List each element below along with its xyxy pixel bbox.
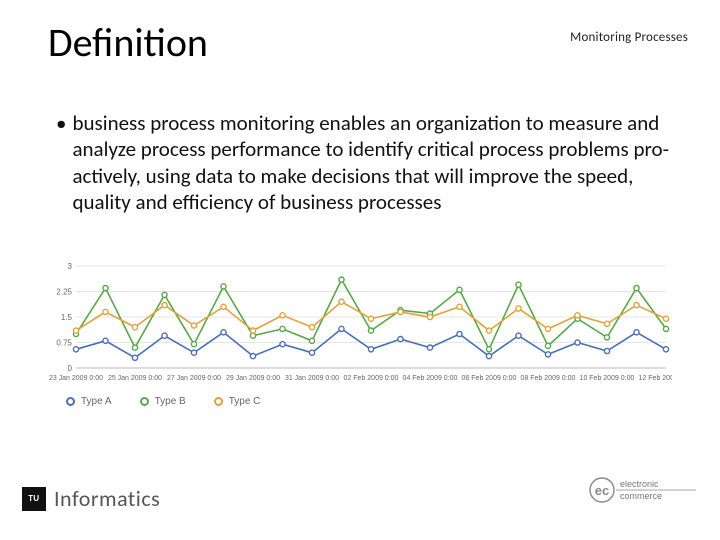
page-title: Definition [48, 18, 208, 67]
svg-text:25 Jan 2009 0:00: 25 Jan 2009 0:00 [108, 375, 162, 382]
svg-text:1.5: 1.5 [61, 313, 73, 322]
svg-text:12 Feb 2009 0:00: 12 Feb 2009 0:00 [639, 375, 672, 382]
ec-logo: ec electronic commerce [588, 475, 698, 510]
body-text: • business process monitoring enables an… [56, 110, 680, 215]
tu-informatics-logo: TU Informatics [22, 485, 160, 512]
chart-legend: Type A Type B Type C [48, 396, 672, 407]
chart: 0 0.75 1.5 2.25 3 23 Jan 2009 0:00 25 Jan 2009… [48, 260, 672, 407]
footer: TU Informatics ec electronic commerce [22, 472, 698, 512]
svg-text:2.25: 2.25 [56, 288, 72, 297]
legend-item: Type B [140, 396, 186, 407]
svg-text:29 Jan 2009 0:00: 29 Jan 2009 0:00 [226, 375, 280, 382]
svg-text:23 Jan 2009 0:00: 23 Jan 2009 0:00 [49, 375, 103, 382]
legend-swatch-icon [66, 397, 75, 406]
legend-item: Type C [214, 396, 261, 407]
ec-line1: electronic [620, 479, 659, 489]
legend-item: Type A [66, 396, 112, 407]
legend-label: Type B [155, 396, 186, 407]
legend-swatch-icon [214, 397, 223, 406]
bullet-text: business process monitoring enables an o… [72, 110, 680, 215]
tu-word: Informatics [54, 485, 160, 512]
svg-text:06 Feb 2009 0:00: 06 Feb 2009 0:00 [462, 375, 517, 382]
bullet-dot-icon: • [56, 110, 66, 215]
legend-swatch-icon [140, 397, 149, 406]
svg-text:02 Feb 2009 0:00: 02 Feb 2009 0:00 [344, 375, 399, 382]
svg-text:04 Feb 2009 0:00: 04 Feb 2009 0:00 [403, 375, 458, 382]
legend-label: Type A [81, 396, 112, 407]
svg-text:31 Jan 2009 0:00: 31 Jan 2009 0:00 [285, 375, 339, 382]
svg-text:27 Jan 2009 0:00: 27 Jan 2009 0:00 [167, 375, 221, 382]
legend-label: Type C [229, 396, 261, 407]
section-label: Monitoring Processes [570, 30, 688, 45]
svg-text:0: 0 [68, 364, 73, 373]
svg-text:08 Feb 2009 0:00: 08 Feb 2009 0:00 [521, 375, 576, 382]
svg-text:10 Feb 2009 0:00: 10 Feb 2009 0:00 [580, 375, 635, 382]
tu-badge-icon: TU [22, 487, 46, 511]
chart-canvas: 0 0.75 1.5 2.25 3 23 Jan 2009 0:00 25 Jan 2009… [48, 260, 672, 390]
ec-initials: ec [595, 483, 609, 498]
svg-text:0.75: 0.75 [56, 339, 72, 348]
bullet-item: • business process monitoring enables an… [56, 110, 680, 215]
ec-line2: commerce [620, 491, 662, 501]
ec-logo-icon: ec electronic commerce [588, 475, 698, 505]
slide: Monitoring Processes Definition • busine… [0, 0, 720, 540]
svg-text:3: 3 [68, 262, 73, 271]
